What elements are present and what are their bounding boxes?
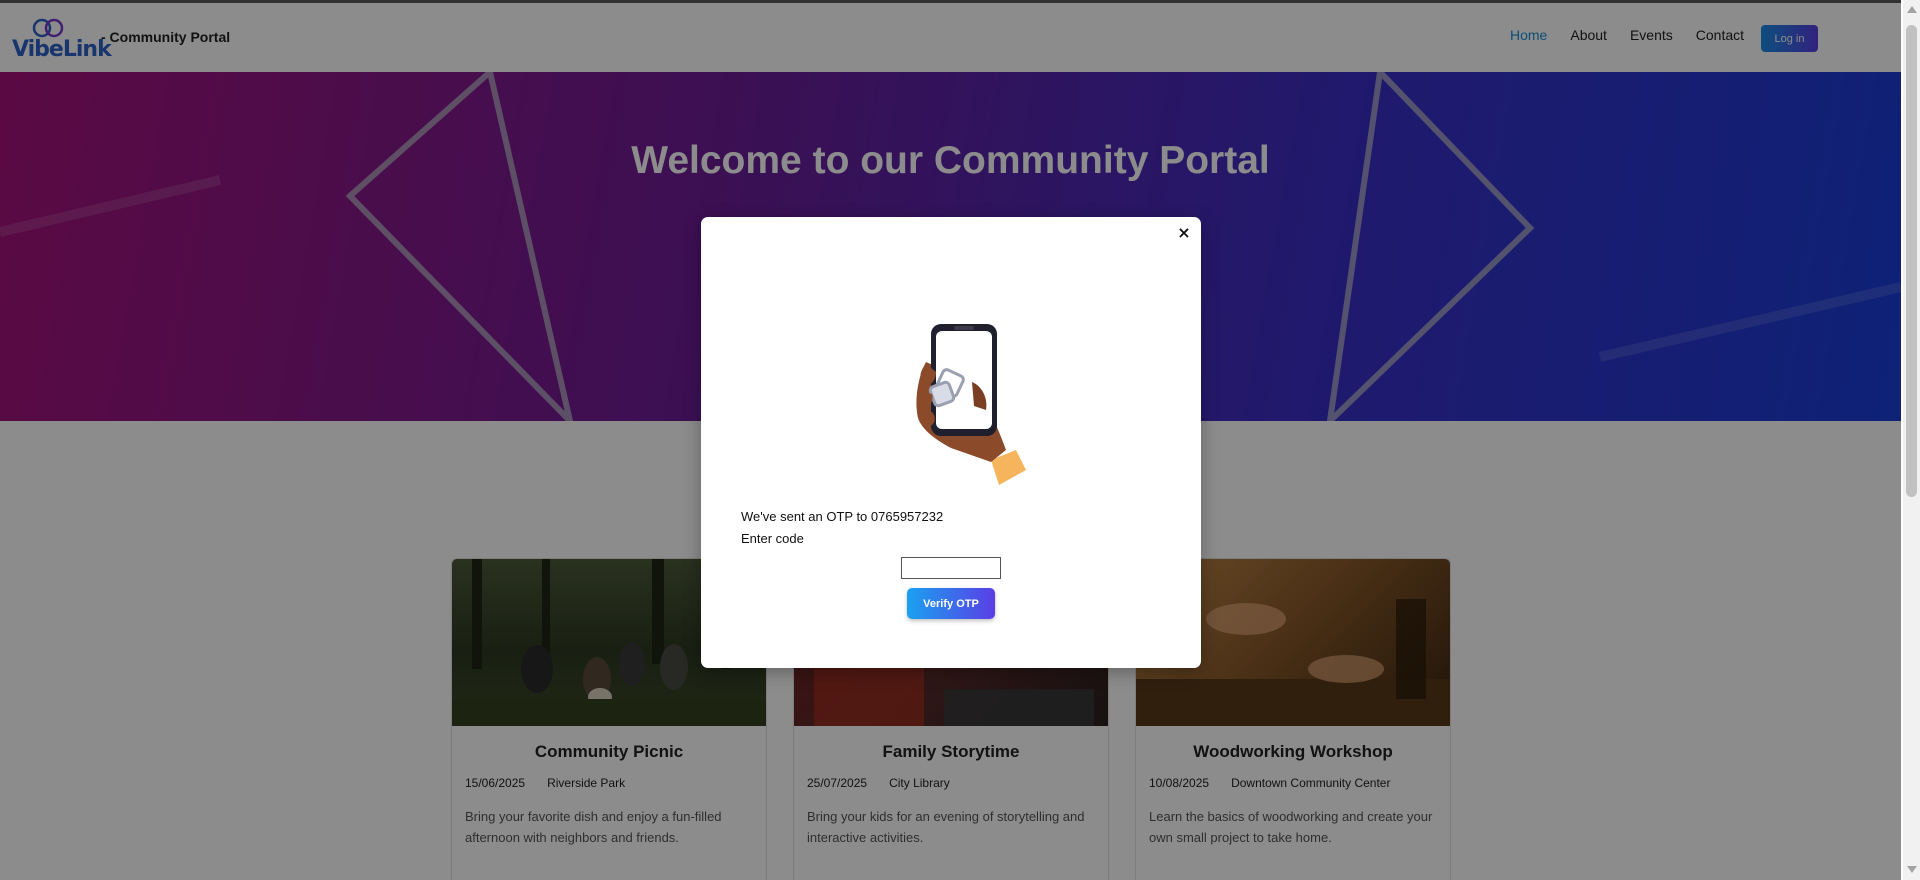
verify-otp-button[interactable]: Verify OTP bbox=[907, 588, 995, 619]
otp-code-label: Enter code bbox=[741, 531, 804, 546]
phone-in-hand-icon bbox=[916, 324, 1026, 485]
otp-sent-message: We've sent an OTP to 0765957232 bbox=[741, 509, 944, 524]
vertical-scrollbar[interactable] bbox=[1903, 0, 1920, 880]
scroll-thumb[interactable] bbox=[1906, 25, 1917, 497]
otp-code-input[interactable] bbox=[901, 557, 1001, 579]
close-button[interactable]: × bbox=[1175, 224, 1193, 242]
otp-modal: × We've sent an OTP to 0765957232 Enter … bbox=[701, 217, 1201, 668]
scroll-down-arrow-icon[interactable] bbox=[1907, 866, 1917, 873]
scroll-up-arrow-icon[interactable] bbox=[1907, 6, 1917, 13]
